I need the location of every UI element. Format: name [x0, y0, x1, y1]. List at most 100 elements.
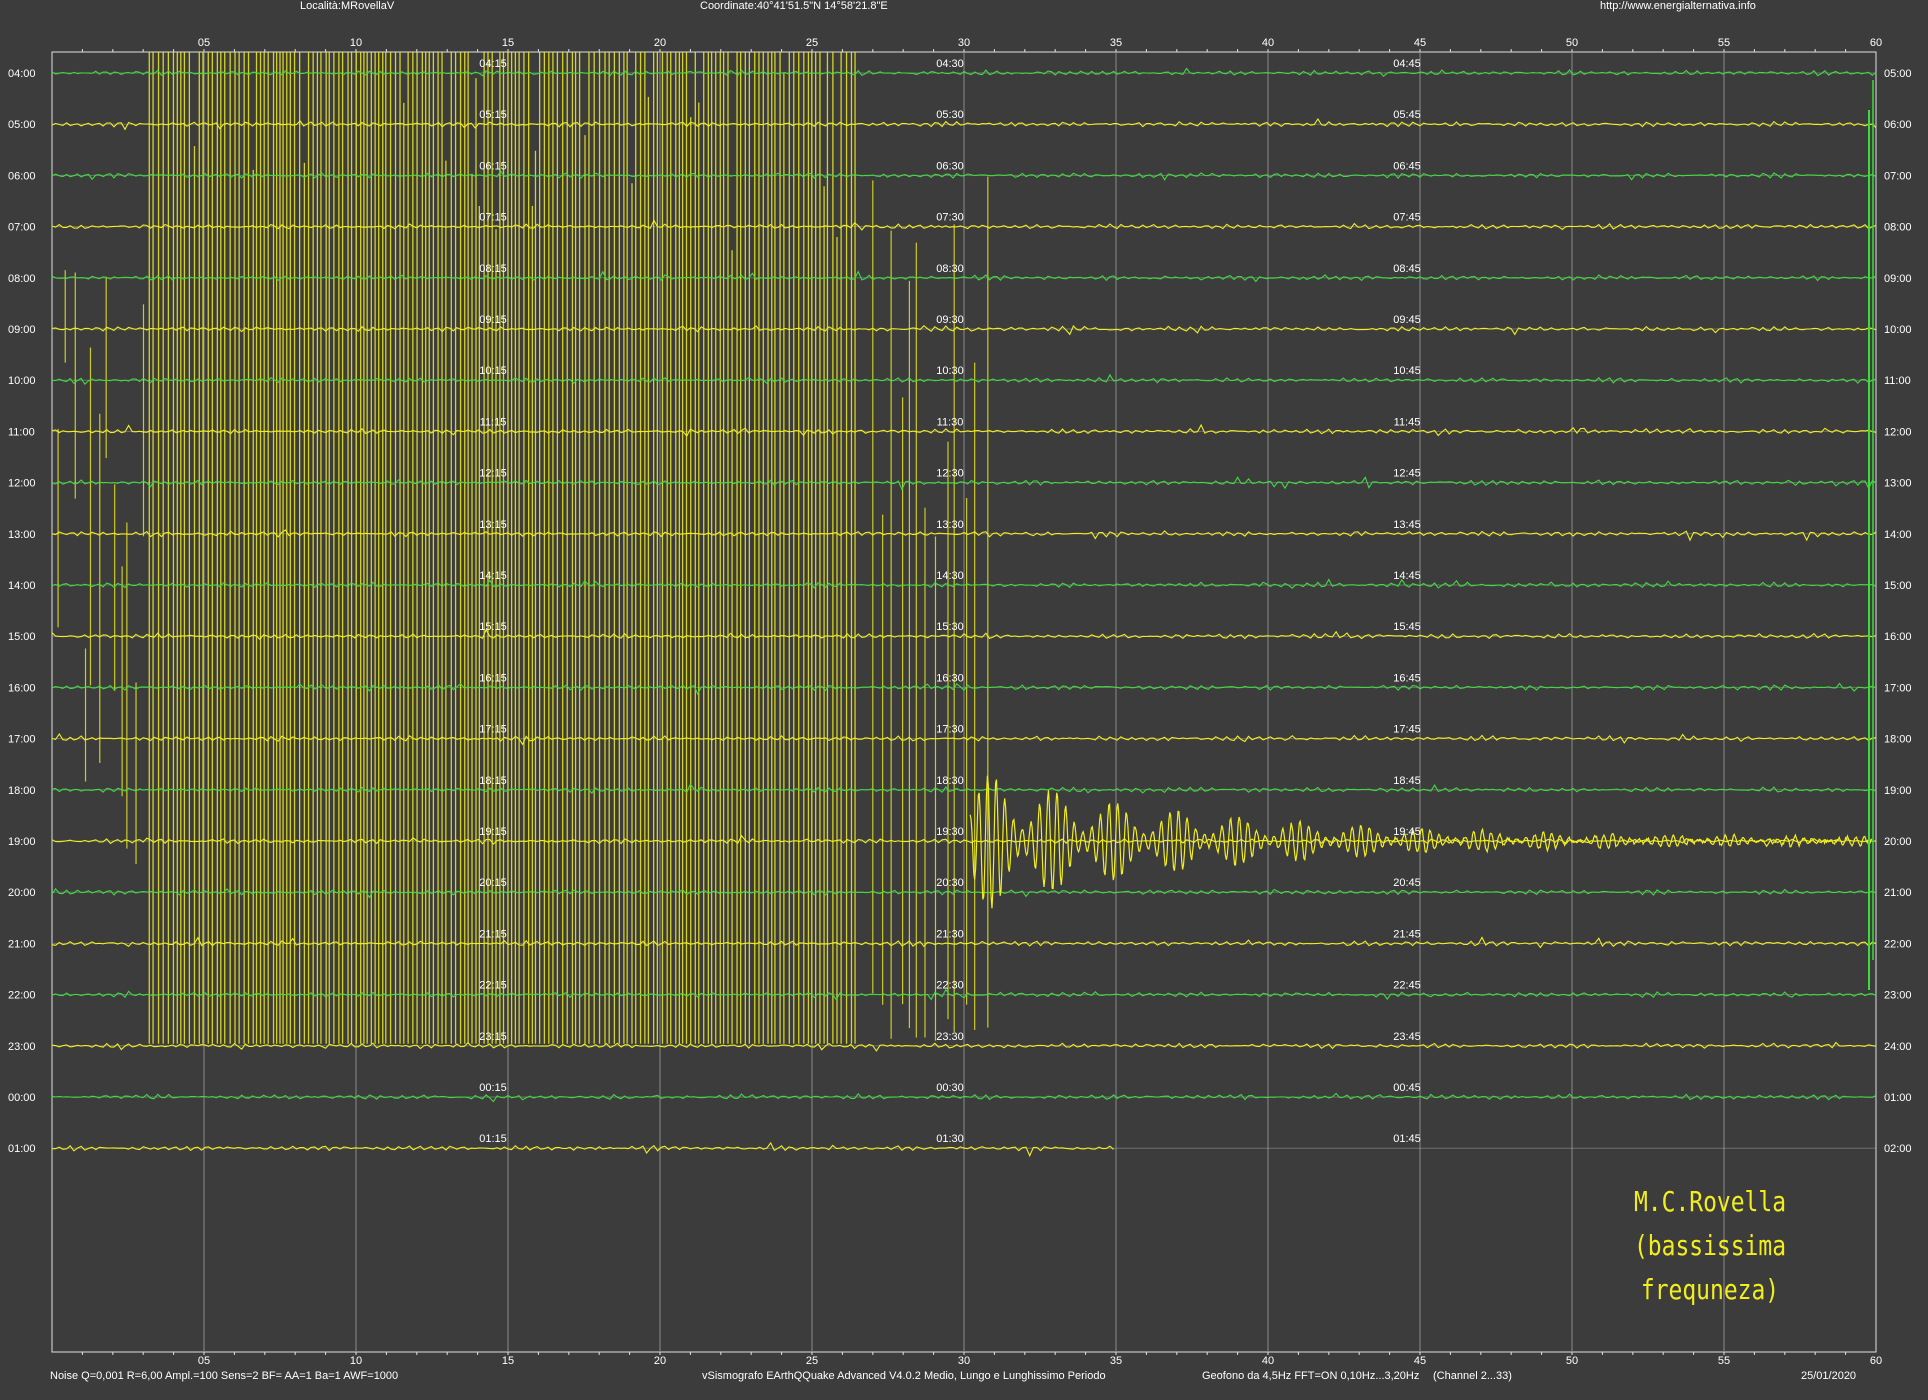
inline-time-label: 05:45 — [1393, 109, 1421, 121]
row-label-right: 13:00 — [1884, 478, 1912, 490]
inline-time-label: 01:30 — [936, 1133, 964, 1145]
row-label-right: 02:00 — [1884, 1143, 1912, 1155]
inline-time-label: 13:15 — [479, 519, 507, 531]
inline-time-label: 04:30 — [936, 58, 964, 70]
row-label-right: 07:00 — [1884, 170, 1912, 182]
inline-time-label: 14:45 — [1393, 570, 1421, 582]
x-tick-label-top: 15 — [502, 37, 514, 49]
x-tick-label-top: 20 — [654, 37, 666, 49]
inline-time-label: 20:15 — [479, 877, 507, 889]
inline-time-label: 15:30 — [936, 621, 964, 633]
inline-time-label: 12:45 — [1393, 468, 1421, 480]
row-label-right: 05:00 — [1884, 68, 1912, 80]
x-tick-label-top: 05 — [198, 37, 210, 49]
row-label-left: 05:00 — [8, 119, 36, 131]
signature-note: (bassissima frequneza) — [1633, 1229, 1787, 1306]
inline-time-label: 13:45 — [1393, 519, 1421, 531]
footer-software: vSismografo EArthQQuake Advanced V4.0.2 … — [702, 1370, 1106, 1382]
x-tick-label-top: 35 — [1110, 37, 1122, 49]
inline-time-label: 16:45 — [1393, 672, 1421, 684]
row-label-left: 12:00 — [8, 478, 36, 490]
signature-name: M.C.Rovella — [1633, 1185, 1787, 1218]
inline-time-label: 23:15 — [479, 1031, 507, 1043]
x-tick-label-bottom: 15 — [502, 1355, 514, 1367]
x-tick-label-bottom: 60 — [1870, 1355, 1882, 1367]
inline-time-label: 08:30 — [936, 263, 964, 275]
row-label-right: 15:00 — [1884, 580, 1912, 592]
inline-time-label: 07:30 — [936, 212, 964, 224]
inline-time-label: 16:30 — [936, 672, 964, 684]
x-tick-label-bottom: 30 — [958, 1355, 970, 1367]
x-tick-label-top: 60 — [1870, 37, 1882, 49]
row-label-right: 09:00 — [1884, 273, 1912, 285]
inline-time-label: 19:15 — [479, 826, 507, 838]
inline-time-label: 11:15 — [480, 416, 507, 428]
x-tick-label-bottom: 10 — [350, 1355, 362, 1367]
row-label-right: 18:00 — [1884, 734, 1912, 746]
x-tick-label-bottom: 50 — [1566, 1355, 1578, 1367]
x-tick-label-top: 30 — [958, 37, 970, 49]
inline-time-label: 11:45 — [1394, 416, 1421, 428]
row-label-right: 24:00 — [1884, 1041, 1912, 1053]
inline-time-label: 06:15 — [479, 160, 507, 172]
footer-channel: (Channel 2...33) — [1433, 1370, 1512, 1382]
x-tick-label-bottom: 40 — [1262, 1355, 1274, 1367]
decay-tail — [969, 775, 1872, 909]
inline-time-label: 19:45 — [1393, 826, 1421, 838]
x-tick-label-bottom: 35 — [1110, 1355, 1122, 1367]
row-label-right: 12:00 — [1884, 426, 1912, 438]
inline-time-label: 00:15 — [479, 1082, 507, 1094]
x-tick-label-bottom: 05 — [198, 1355, 210, 1367]
inline-time-label: 09:30 — [936, 314, 964, 326]
inline-time-label: 21:45 — [1393, 928, 1421, 940]
inline-time-label: 10:45 — [1393, 365, 1421, 377]
x-tick-label-top: 45 — [1414, 37, 1426, 49]
row-label-left: 07:00 — [8, 222, 36, 234]
inline-time-label: 17:30 — [936, 724, 964, 736]
inline-time-label: 05:30 — [936, 109, 964, 121]
inline-time-label: 09:45 — [1393, 314, 1421, 326]
inline-time-label: 09:15 — [479, 314, 507, 326]
inline-time-label: 17:15 — [479, 724, 507, 736]
inline-time-label: 23:45 — [1393, 1031, 1421, 1043]
inline-time-label: 04:15 — [479, 58, 507, 70]
inline-time-label: 12:15 — [479, 468, 507, 480]
inline-time-label: 08:15 — [479, 263, 507, 275]
row-label-right: 10:00 — [1884, 324, 1912, 336]
x-tick-label-top: 25 — [806, 37, 818, 49]
row-label-left: 21:00 — [8, 938, 36, 950]
row-label-left: 08:00 — [8, 273, 36, 285]
inline-time-label: 22:15 — [479, 980, 507, 992]
row-label-right: 06:00 — [1884, 119, 1912, 131]
row-label-right: 20:00 — [1884, 836, 1912, 848]
inline-time-label: 07:45 — [1393, 212, 1421, 224]
inline-time-label: 23:30 — [936, 1031, 964, 1043]
inline-time-label: 08:45 — [1393, 263, 1421, 275]
x-tick-label-top: 55 — [1718, 37, 1730, 49]
inline-time-label: 15:15 — [479, 621, 507, 633]
inline-time-label: 05:15 — [479, 109, 507, 121]
row-label-left: 04:00 — [8, 68, 36, 80]
inline-time-label: 17:45 — [1393, 724, 1421, 736]
row-label-left: 11:00 — [8, 426, 35, 438]
inline-time-label: 18:30 — [936, 775, 964, 787]
inline-time-label: 07:15 — [479, 212, 507, 224]
x-tick-label-top: 40 — [1262, 37, 1274, 49]
row-label-left: 00:00 — [8, 1092, 36, 1104]
inline-time-label: 12:30 — [936, 468, 964, 480]
row-label-left: 09:00 — [8, 324, 36, 336]
inline-time-label: 20:30 — [936, 877, 964, 889]
inline-time-label: 14:30 — [936, 570, 964, 582]
x-tick-label-bottom: 25 — [806, 1355, 818, 1367]
inline-time-label: 22:45 — [1393, 980, 1421, 992]
row-label-right: 01:00 — [1884, 1092, 1912, 1104]
row-label-left: 13:00 — [8, 529, 36, 541]
inline-time-label: 16:15 — [479, 672, 507, 684]
row-label-left: 23:00 — [8, 1041, 36, 1053]
inline-time-label: 04:45 — [1393, 58, 1421, 70]
row-label-left: 06:00 — [8, 170, 36, 182]
row-label-left: 10:00 — [8, 375, 36, 387]
inline-time-label: 20:45 — [1393, 877, 1421, 889]
inline-time-label: 19:30 — [936, 826, 964, 838]
row-label-left: 16:00 — [8, 682, 36, 694]
